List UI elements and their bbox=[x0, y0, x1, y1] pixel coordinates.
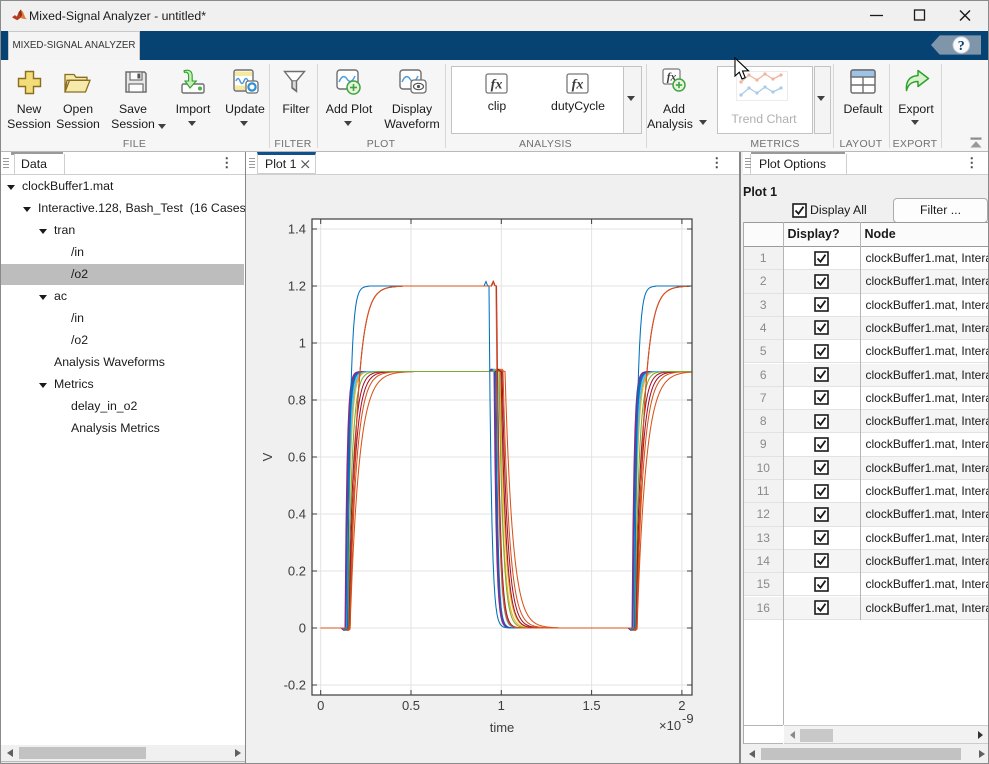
svg-text:-0.2: -0.2 bbox=[284, 677, 306, 692]
svg-text:0.4: 0.4 bbox=[288, 506, 306, 521]
svg-text:-9: -9 bbox=[682, 711, 694, 726]
svg-text:?: ? bbox=[958, 39, 965, 54]
svg-text:time: time bbox=[490, 720, 515, 735]
svg-text:0: 0 bbox=[299, 620, 306, 635]
svg-text:fx: fx bbox=[572, 78, 584, 93]
svg-text:×10: ×10 bbox=[659, 718, 681, 733]
svg-text:0.6: 0.6 bbox=[288, 449, 306, 464]
svg-text:0.8: 0.8 bbox=[288, 392, 306, 407]
svg-text:fx: fx bbox=[491, 78, 503, 93]
svg-text:1.4: 1.4 bbox=[288, 221, 306, 236]
svg-text:1: 1 bbox=[498, 698, 505, 713]
svg-text:0: 0 bbox=[317, 698, 324, 713]
svg-text:0.5: 0.5 bbox=[402, 698, 420, 713]
svg-text:1.2: 1.2 bbox=[288, 278, 306, 293]
svg-text:1: 1 bbox=[299, 335, 306, 350]
svg-text:0.2: 0.2 bbox=[288, 563, 306, 578]
svg-text:V: V bbox=[260, 452, 275, 461]
svg-text:1.5: 1.5 bbox=[583, 698, 601, 713]
